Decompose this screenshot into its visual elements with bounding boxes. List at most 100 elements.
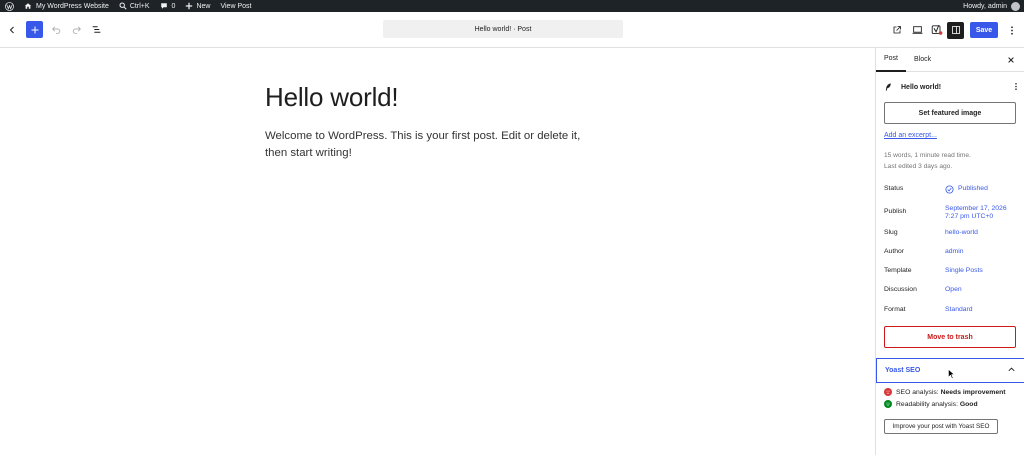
publish-time: 7:27 pm UTC+0	[945, 213, 994, 220]
meta-row-status: Status Published	[884, 185, 1018, 194]
meta-label: Discussion	[884, 286, 917, 293]
post-icon	[885, 83, 891, 91]
comments-link[interactable]: 0	[155, 0, 181, 12]
redo-icon	[72, 26, 81, 34]
word-count: 15 words, 1 minute read time.	[884, 152, 971, 159]
chevron-up-icon	[1008, 367, 1015, 372]
chevron-left-icon	[9, 26, 14, 33]
home-icon	[24, 3, 32, 9]
view-post-button[interactable]	[887, 20, 907, 40]
plus-icon	[31, 26, 38, 33]
meta-label: Publish	[884, 208, 907, 215]
discussion-value[interactable]: Open	[945, 286, 962, 294]
tab-block[interactable]: Block	[906, 48, 939, 72]
command-palette-button[interactable]: Ctrl+K	[114, 0, 155, 12]
add-excerpt-link[interactable]: Add an excerpt...	[884, 132, 937, 139]
readability-analysis-row[interactable]: Readability analysis: Good	[884, 400, 978, 408]
seo-analysis-value: Needs improvement	[940, 388, 1006, 396]
yoast-icon	[930, 23, 944, 37]
seo-analysis-label: SEO analysis:	[896, 388, 939, 396]
move-to-trash-button[interactable]: Move to trash	[884, 326, 1016, 348]
mouse-cursor-icon	[948, 369, 955, 379]
publish-date-value[interactable]: September 17, 2026 7:27 pm UTC+0	[945, 205, 1007, 221]
document-bar[interactable]: Hello world! · Post	[383, 20, 623, 38]
greeting: Howdy, admin	[963, 2, 1007, 10]
sidebar-toggle-icon	[951, 26, 960, 34]
preview-icon	[912, 26, 922, 34]
happy-face-icon	[884, 400, 892, 408]
save-button[interactable]: Save	[970, 22, 998, 38]
meta-label: Template	[884, 267, 912, 274]
meta-row-template: Template Single Posts	[884, 267, 1018, 275]
yoast-toolbar-button[interactable]	[927, 20, 947, 40]
more-vertical-icon	[1015, 82, 1017, 90]
wordpress-icon	[5, 1, 14, 11]
meta-row-format: Format Standard	[884, 306, 1018, 314]
meta-label: Format	[884, 306, 906, 313]
last-edited: Last edited 3 days ago.	[884, 163, 953, 170]
back-button[interactable]	[2, 20, 22, 40]
trash-label: Move to trash	[927, 333, 973, 341]
external-link-icon	[893, 26, 901, 34]
close-icon	[1008, 57, 1014, 63]
readability-analysis-value: Good	[959, 400, 978, 408]
format-value[interactable]: Standard	[945, 306, 973, 314]
options-button[interactable]	[1002, 20, 1022, 40]
tab-post[interactable]: Post	[876, 48, 907, 72]
meta-label: Slug	[884, 229, 898, 236]
set-featured-image-button[interactable]: Set featured image	[884, 102, 1016, 124]
site-name-link[interactable]: My WordPress Website	[19, 0, 114, 12]
document-title: Hello world! · Post	[474, 25, 532, 33]
meta-row-discussion: Discussion Open	[884, 286, 1018, 294]
view-post-link[interactable]: View Post	[215, 0, 256, 12]
more-vertical-icon	[1011, 25, 1013, 35]
view-post-label: View Post	[220, 2, 252, 10]
settings-sidebar-toggle[interactable]	[947, 21, 964, 39]
save-label: Save	[975, 26, 993, 34]
seo-analysis-row[interactable]: SEO analysis: Needs improvement	[884, 388, 1006, 396]
post-title[interactable]: Hello world!	[265, 82, 399, 113]
comments-count: 0	[171, 2, 176, 10]
editor-canvas: Hello world! Welcome to WordPress. This …	[0, 48, 875, 455]
meta-label: Status	[884, 185, 904, 192]
site-name: My WordPress Website	[36, 2, 109, 10]
published-check-icon	[945, 185, 954, 194]
improve-with-yoast-button[interactable]: Improve your post with Yoast SEO	[884, 419, 998, 434]
editor-header: Hello world! · Post Save	[0, 12, 1024, 48]
search-shortcut: Ctrl+K	[129, 2, 150, 10]
post-paragraph[interactable]: Welcome to WordPress. This is your first…	[265, 128, 605, 162]
comment-icon	[160, 3, 167, 9]
author-value[interactable]: admin	[945, 248, 964, 256]
yoast-panel-title: Yoast SEO	[885, 367, 921, 374]
meta-row-author: Author admin	[884, 248, 1018, 256]
sidebar-post-title: Hello world!	[901, 83, 942, 91]
close-sidebar-button[interactable]	[1004, 53, 1018, 67]
new-label: New	[196, 2, 211, 10]
settings-sidebar: Post Block Hello world! Set featured ima…	[875, 48, 1024, 455]
redo-button[interactable]	[66, 20, 86, 40]
readability-analysis-label: Readability analysis:	[896, 400, 958, 408]
post-actions-button[interactable]	[1014, 82, 1018, 93]
document-overview-button[interactable]	[86, 20, 106, 40]
meta-label: Author	[884, 248, 905, 255]
avatar	[1011, 1, 1020, 11]
preview-button[interactable]	[907, 20, 927, 40]
status-value[interactable]: Published	[945, 185, 988, 194]
post-stats: 15 words, 1 minute read time. Last edite…	[884, 150, 971, 172]
wp-logo-menu[interactable]	[0, 0, 19, 12]
meta-row-slug: Slug hello-world	[884, 229, 1018, 237]
sad-face-icon	[884, 388, 892, 396]
block-inserter-button[interactable]	[26, 21, 43, 38]
status-text: Published	[958, 185, 988, 192]
admin-bar: My WordPress Website Ctrl+K 0 New View P…	[0, 0, 1024, 12]
undo-icon	[51, 26, 60, 34]
undo-button[interactable]	[46, 20, 66, 40]
search-icon	[119, 2, 127, 10]
sidebar-tabs: Post Block	[876, 48, 1024, 72]
my-account-menu[interactable]: Howdy, admin	[963, 1, 1024, 11]
post-card: Hello world!	[884, 81, 1018, 93]
meta-row-publish: Publish September 17, 2026 7:27 pm UTC+0	[884, 205, 1018, 221]
template-value[interactable]: Single Posts	[945, 267, 983, 275]
new-content-menu[interactable]: New	[180, 0, 215, 12]
slug-value[interactable]: hello-world	[945, 229, 978, 237]
